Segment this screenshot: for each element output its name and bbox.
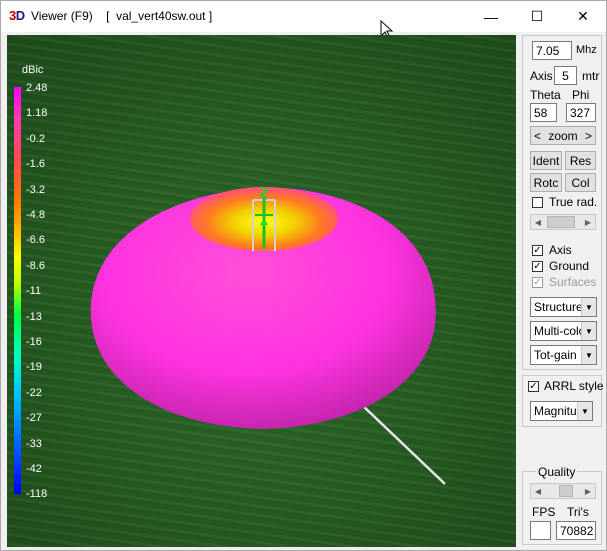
zoom-control: < zoom > <box>530 126 596 145</box>
axis-checkbox-label: Axis <box>549 243 572 257</box>
magnitude-select-value: Magnitude <box>534 404 578 418</box>
chevron-down-icon[interactable]: ▼ <box>581 298 596 316</box>
minimize-icon: — <box>484 8 498 25</box>
arrl-style-checkbox[interactable]: ✓ <box>528 381 539 392</box>
phi-field[interactable]: 327 <box>566 103 596 122</box>
scroll-left-icon[interactable]: ◀ <box>531 215 545 229</box>
axis-length-unit: mtr <box>582 69 600 83</box>
arrl-style-label: ARRL style <box>544 379 604 393</box>
true-rad-label: True rad. <box>549 195 598 209</box>
color-mode-select[interactable]: Multi-color ▼ <box>530 321 597 341</box>
3d-viewport[interactable]: dBic 2.48 1.18 -0.2 -1.6 -3.2 -4.8 -6.6 -8.6 -11… <box>7 35 516 547</box>
rotc-button[interactable]: Rotc <box>530 173 562 192</box>
slider-thumb[interactable] <box>559 485 573 497</box>
viewer-window: 3D Viewer (F9) [ val_vert40sw.out ] — ☐ … <box>0 0 607 551</box>
zoom-label: zoom <box>548 128 578 143</box>
maximize-button[interactable]: ☐ <box>514 1 560 32</box>
axis-length-label: Axis <box>530 69 553 83</box>
phi-label: Phi <box>572 88 590 102</box>
quality-label: Quality <box>536 465 578 479</box>
title-bar[interactable]: 3D Viewer (F9) [ val_vert40sw.out ] — ☐ … <box>1 1 606 40</box>
ground-checkbox-label: Ground <box>549 259 590 273</box>
structure-select[interactable]: Structure ▼ <box>530 297 597 317</box>
minimize-button[interactable]: — <box>468 1 514 32</box>
maximize-icon: ☐ <box>530 8 544 24</box>
scroll-right-icon[interactable]: ▶ <box>581 484 595 498</box>
structure-select-value: Structure <box>534 300 582 314</box>
fps-label: FPS <box>532 505 556 519</box>
tris-field: 70882 <box>556 521 596 540</box>
zoom-in-button[interactable]: > <box>585 129 592 143</box>
true-rad-slider[interactable]: ◀ ▶ <box>530 214 596 230</box>
chevron-down-icon[interactable]: ▼ <box>577 402 592 420</box>
ground-checkbox[interactable]: ✓ <box>532 261 543 272</box>
quality-slider[interactable]: ◀ ▶ <box>530 483 596 499</box>
axis-checkbox[interactable]: ✓ <box>532 245 543 256</box>
chevron-down-icon[interactable]: ▼ <box>581 322 596 340</box>
surfaces-checkbox: ✓ <box>532 277 543 288</box>
slider-thumb[interactable] <box>547 216 575 228</box>
gain-select-value: Tot-gain <box>534 348 577 362</box>
magnitude-select[interactable]: Magnitude ▼ <box>530 401 593 421</box>
fps-field <box>530 521 551 540</box>
true-rad-checkbox[interactable] <box>532 197 543 208</box>
app-logo-icon: 3D <box>9 8 25 23</box>
scroll-right-icon[interactable]: ▶ <box>581 215 595 229</box>
theta-field[interactable]: 58 <box>530 103 557 122</box>
gain-select[interactable]: Tot-gain ▼ <box>530 345 597 365</box>
ground-axis-line <box>361 404 446 485</box>
window-title: Viewer (F9) [ val_vert40sw.out ] <box>31 9 213 23</box>
col-button[interactable]: Col <box>565 173 596 192</box>
theta-label: Theta <box>530 88 561 102</box>
close-button[interactable]: ✕ <box>560 1 606 32</box>
frequency-unit: Mhz <box>576 44 597 56</box>
chevron-down-icon[interactable]: ▼ <box>581 346 596 364</box>
scroll-left-icon[interactable]: ◀ <box>531 484 545 498</box>
axis-length-field[interactable]: 5 <box>554 66 577 85</box>
close-icon: ✕ <box>577 8 589 24</box>
res-button[interactable]: Res <box>565 151 596 170</box>
color-mode-select-value: Multi-color <box>534 324 582 338</box>
tris-label: Tri's <box>567 505 589 519</box>
ident-button[interactable]: Ident <box>530 151 562 170</box>
zoom-out-button[interactable]: < <box>534 129 541 143</box>
radiation-pattern-plot <box>90 186 446 485</box>
surfaces-checkbox-label: Surfaces <box>549 275 597 289</box>
frequency-field[interactable]: 7.05 <box>532 41 572 60</box>
